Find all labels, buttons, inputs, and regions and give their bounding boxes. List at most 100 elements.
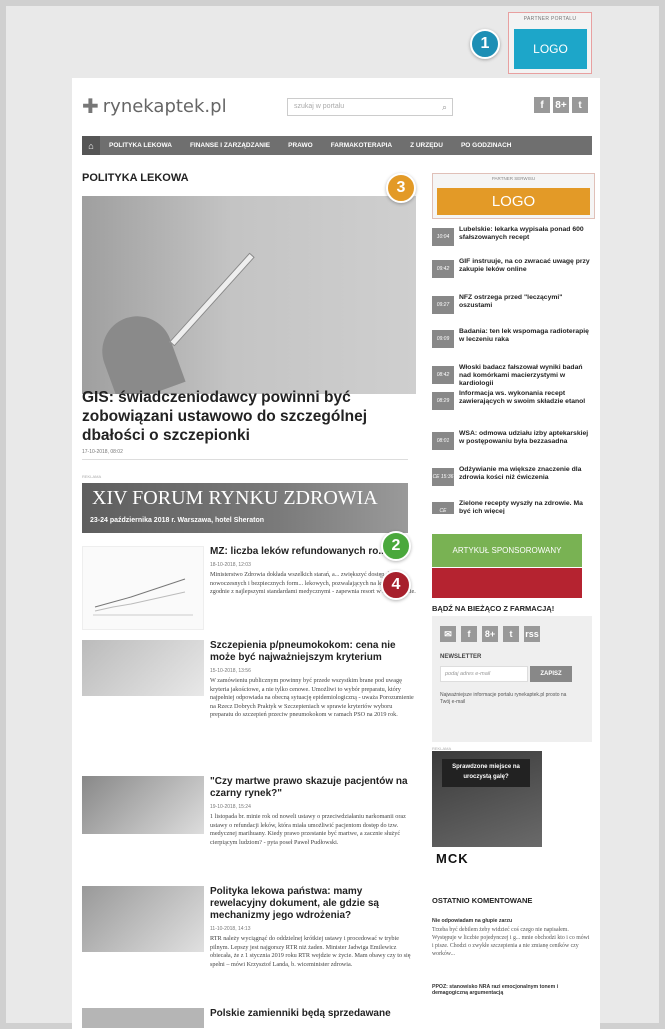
hero-headline[interactable]: GIS: świadczeniodawcy powinni być zobowi…	[82, 388, 416, 445]
follow-heading: BĄDŹ NA BIEŻĄCO Z FARMACJĄ!	[432, 604, 555, 613]
line-chart-graphic	[93, 578, 193, 616]
red-ad-banner[interactable]	[432, 568, 582, 598]
mck-brand: MCK	[436, 851, 469, 866]
news-item[interactable]: 09:42 GIF instruuje, na co zwracać uwagę…	[432, 258, 592, 286]
article-title[interactable]: "Czy martwe prawo skazuje pacjentów na c…	[210, 776, 416, 800]
nav-item-farmakoterapia[interactable]: FARMAKOTERAPIA	[322, 142, 401, 149]
nav-item-polityka-lekowa[interactable]: POLITYKA LEKOWA	[100, 142, 181, 149]
article-title[interactable]: Polskie zamienniki będą sprzedawane	[210, 1008, 416, 1020]
callout-badge-3: 3	[386, 173, 416, 203]
nav-item-z-urzedu[interactable]: Z URZĘDU	[401, 142, 452, 149]
forum-banner[interactable]: XIV FORUM RYNKU ZDROWIA 23-24 październi…	[82, 483, 408, 533]
news-time: CE 15:36	[432, 468, 454, 486]
google-plus-icon[interactable]: 8+	[553, 97, 569, 113]
sponsored-article-button[interactable]: ARTYKUŁ SPONSOROWANY	[432, 534, 582, 567]
article-date: 18-10-2018, 12:03	[210, 562, 251, 568]
news-time: 10:04	[432, 228, 454, 246]
news-text[interactable]: Informacja ws. wykonania recept zawieraj…	[459, 390, 592, 406]
news-text[interactable]: GIF instruuje, na co zwracać uwagę przy …	[459, 258, 592, 274]
newsletter-note: Najważniejsze informacje portalu rynekap…	[440, 692, 567, 705]
article-thumbnail[interactable]	[82, 776, 204, 834]
comment-title[interactable]: PPOZ: stanowisko NRA razi emocjonalnym t…	[432, 984, 592, 996]
sidebar-partner-ad[interactable]: PARTNER SERWISU LOGO	[432, 173, 595, 219]
syringe-graphic	[169, 252, 255, 347]
news-time: 09:27	[432, 296, 454, 314]
home-icon[interactable]: ⌂	[82, 136, 100, 155]
follow-icons: ✉ f 8+ t rss	[440, 626, 540, 642]
comment-title[interactable]: Nie odpowiadam na głupie zarzu	[432, 918, 592, 924]
partner-label: PARTNER PORTALU	[523, 16, 577, 22]
article-title[interactable]: Polityka lekowa państwa: mamy rewelacyjn…	[210, 886, 416, 922]
divider	[82, 459, 408, 460]
news-time: 09:09	[432, 330, 454, 348]
news-item[interactable]: CE Zielone recepty wyszły na zdrowie. Ma…	[432, 500, 592, 514]
facebook-icon[interactable]: f	[461, 626, 477, 642]
article-thumbnail[interactable]	[82, 640, 204, 696]
news-text[interactable]: Włoski badacz fałszował wyniki badań nad…	[459, 364, 592, 388]
top-partner-ad[interactable]: PARTNER PORTALU LOGO	[508, 12, 592, 74]
article-lead: W zamówieniu publicznym powinny być prze…	[210, 677, 414, 718]
list-item[interactable]: Polskie zamienniki będą sprzedawane	[82, 1008, 416, 1028]
news-time: 08:29	[432, 392, 454, 410]
subscribe-button[interactable]: ZAPISZ	[530, 666, 572, 682]
news-text[interactable]: Odżywianie ma większe znaczenie dla zdro…	[459, 466, 592, 482]
article-date: 15-10-2018, 13:56	[210, 668, 251, 674]
comment-body: Trzeba być debilem żeby widzieć coś czeg…	[432, 927, 590, 957]
cross-logo-icon: ✚	[82, 96, 99, 118]
rss-icon[interactable]: rss	[524, 626, 540, 642]
news-time: 08:01	[432, 432, 454, 450]
google-plus-icon[interactable]: 8+	[482, 626, 498, 642]
chart-thumbnail[interactable]	[82, 546, 204, 630]
facebook-icon[interactable]: f	[534, 97, 550, 113]
forum-title: XIV FORUM RYNKU ZDROWIA	[92, 487, 378, 509]
hero-image[interactable]	[82, 196, 416, 394]
comment-item[interactable]: Nie odpowiadam na głupie zarzu Trzeba by…	[432, 918, 592, 958]
nav-item-finanse[interactable]: FINANSE I ZARZĄDZANIE	[181, 142, 279, 149]
site-logo[interactable]: ✚ rynekaptek.pl	[82, 94, 227, 119]
news-item[interactable]: CE 15:36 Odżywianie ma większe znaczenie…	[432, 466, 592, 494]
partner-logo[interactable]: LOGO	[514, 29, 587, 69]
news-text[interactable]: Zielone recepty wyszły na zdrowie. Ma by…	[459, 500, 592, 514]
news-text[interactable]: WSA: odmowa udziału izby aptekarskiej w …	[459, 430, 592, 446]
nav-item-po-godzinach[interactable]: PO GODZINACH	[452, 142, 521, 149]
news-item[interactable]: 10:04 Lubelskie: lekarka wypisała ponad …	[432, 226, 592, 254]
callout-badge-2: 2	[381, 531, 411, 561]
section-title: POLITYKA LEKOWA	[82, 172, 189, 184]
search-input[interactable]: szukaj w portalu ⌕	[287, 98, 453, 116]
news-time: 08:42	[432, 366, 454, 384]
mck-ad[interactable]: Sprawdzone miejsce na uroczystą galę? MC…	[432, 751, 542, 871]
news-item[interactable]: 08:29 Informacja ws. wykonania recept za…	[432, 390, 592, 418]
forum-subtitle: 23-24 października 2018 r. Warszawa, hot…	[90, 517, 265, 524]
news-item[interactable]: 09:27 NFZ ostrzega przed "leczącymi" osz…	[432, 294, 592, 322]
list-item[interactable]: Polityka lekowa państwa: mamy rewelacyjn…	[82, 886, 416, 986]
news-text[interactable]: NFZ ostrzega przed "leczącymi" oszustami	[459, 294, 592, 310]
twitter-icon[interactable]: t	[572, 97, 588, 113]
email-field[interactable]: podaj adres e-mail	[440, 666, 528, 682]
list-item[interactable]: Szczepienia p/pneumokokom: cena nie może…	[82, 640, 416, 764]
news-item[interactable]: 09:09 Badania: ten lek wspomaga radioter…	[432, 328, 592, 356]
callout-badge-4: 4	[381, 570, 411, 600]
site-name: rynekaptek.pl	[102, 96, 227, 117]
news-item[interactable]: 08:42 Włoski badacz fałszował wyniki bad…	[432, 364, 592, 392]
hero-date: 17-10-2018, 08:02	[82, 449, 123, 455]
follow-box: ✉ f 8+ t rss NEWSLETTER podaj adres e-ma…	[432, 616, 592, 742]
comment-item[interactable]: PPOZ: stanowisko NRA razi emocjonalnym t…	[432, 984, 592, 996]
list-item[interactable]: "Czy martwe prawo skazuje pacjentów na c…	[82, 776, 416, 866]
search-icon[interactable]: ⌕	[442, 102, 447, 113]
twitter-icon[interactable]: t	[503, 626, 519, 642]
article-lead: RTR należy wyciągnąć do oddzielnej krótk…	[210, 935, 411, 968]
news-time: 09:42	[432, 260, 454, 278]
news-item[interactable]: 08:01 WSA: odmowa udziału izby aptekarsk…	[432, 430, 592, 458]
social-links: f 8+ t	[534, 97, 588, 113]
mck-banner: Sprawdzone miejsce na uroczystą galę?	[442, 759, 530, 787]
news-text[interactable]: Lubelskie: lekarka wypisała ponad 600 sf…	[459, 226, 592, 242]
nav-item-prawo[interactable]: PRAWO	[279, 142, 322, 149]
mail-icon[interactable]: ✉	[440, 626, 456, 642]
sidebar-partner-logo[interactable]: LOGO	[437, 188, 590, 215]
news-text[interactable]: Badania: ten lek wspomaga radioterapię w…	[459, 328, 592, 344]
article-thumbnail[interactable]	[82, 886, 204, 952]
article-title[interactable]: Szczepienia p/pneumokokom: cena nie może…	[210, 640, 416, 664]
article-thumbnail[interactable]	[82, 1008, 204, 1028]
article-date: 11-10-2018, 14:13	[210, 926, 251, 932]
list-item[interactable]: MZ: liczba leków refundowanych ro... 18-…	[82, 546, 416, 636]
